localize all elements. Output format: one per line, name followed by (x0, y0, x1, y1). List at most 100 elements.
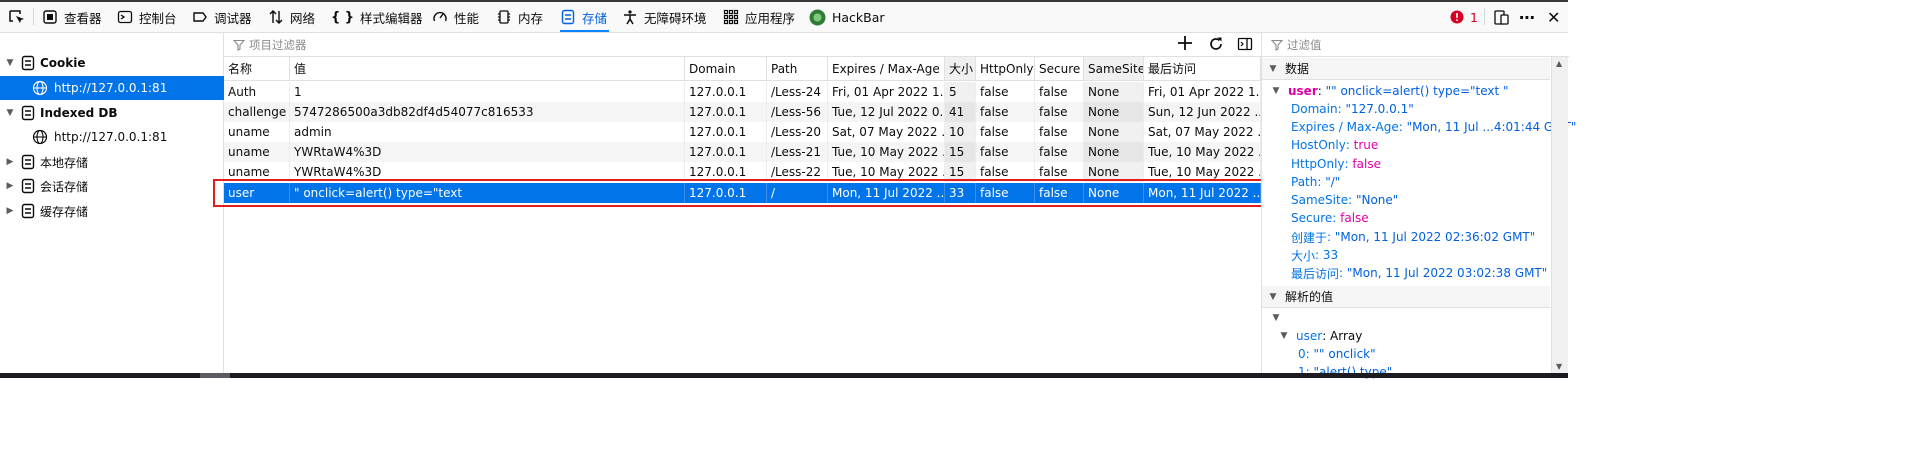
scroll-up-arrow[interactable]: ▲ (1556, 59, 1562, 68)
prop-row[interactable]: 最后访问: "Mon, 11 Jul 2022 03:02:38 GMT" (1291, 264, 1547, 282)
tree-item-indexeddb-host[interactable]: http://127.0.0.1:81 (0, 125, 224, 149)
element-picker-button[interactable] (8, 2, 26, 32)
column-header-httponly[interactable]: HttpOnly (976, 57, 1035, 80)
picker-icon (9, 10, 24, 23)
tab-accessibility[interactable]: 无障碍环境 (622, 2, 707, 32)
bottom-taskbar-strip (0, 373, 1568, 378)
table-filter-bar: 项目过滤器 (224, 33, 1261, 57)
cell-value: YWRtaW4%3D (290, 142, 685, 162)
prop-row[interactable]: 创建于: "Mon, 11 Jul 2022 02:36:02 GMT" (1291, 228, 1535, 246)
tab-debugger[interactable]: 调试器 (192, 2, 252, 32)
prop-row[interactable]: HttpOnly: false (1291, 155, 1381, 173)
column-header-name[interactable]: 名称 (224, 57, 290, 80)
parsed-item-row[interactable]: 0: "" onclick" (1298, 345, 1376, 363)
accessibility-icon (624, 10, 636, 25)
cell-domain: 127.0.0.1 (685, 142, 767, 162)
tab-performance[interactable]: 性能 (432, 2, 479, 32)
collapsed-arrow-icon[interactable]: ▶ (4, 206, 16, 216)
tree-item-cache-storage[interactable]: ▶ 缓存存储 (0, 199, 224, 223)
cell-expires: Mon, 11 Jul 2022 ... (828, 183, 945, 203)
error-count-button[interactable]: 1 (1450, 2, 1478, 32)
expand-arrow-icon: ▼ (1272, 313, 1280, 323)
table-row-selected[interactable]: user " onclick=alert() type="text 127.0.… (224, 183, 1261, 203)
scroll-down-arrow[interactable]: ▼ (1556, 362, 1562, 371)
expand-arrow-icon[interactable]: ▼ (4, 108, 16, 118)
expand-arrow-icon[interactable]: ▼ (4, 58, 16, 68)
tree-item-session-storage[interactable]: ▶ 会话存储 (0, 174, 224, 198)
tree-item-label: 缓存存储 (40, 204, 89, 219)
refresh-icon (1210, 37, 1222, 50)
sidebar-toggle-icon (1237, 37, 1253, 51)
array-type: Array (1330, 329, 1363, 343)
table-row[interactable]: Auth 1 127.0.0.1 /Less-24 Fri, 01 Apr 20… (224, 82, 1261, 102)
tree-item-indexeddb[interactable]: ▼ Indexed DB (0, 101, 224, 125)
add-item-button[interactable] (1177, 34, 1193, 54)
tab-inspector[interactable]: 查看器 (42, 2, 102, 32)
record-root[interactable]: ▼ user: "" onclick=alert() type="text " (1270, 82, 1509, 100)
column-header-expires[interactable]: Expires / Max-Age (828, 57, 945, 80)
tab-network[interactable]: 网络 (268, 2, 315, 32)
toggle-sidebar-button[interactable] (1237, 36, 1253, 55)
column-header-last-accessed[interactable]: 最后访问 (1144, 57, 1261, 80)
column-header-path[interactable]: Path (767, 57, 828, 80)
column-header-samesite[interactable]: SameSite (1084, 57, 1144, 80)
storage-icon (21, 203, 35, 219)
tree-item-local-storage[interactable]: ▶ 本地存储 (0, 150, 224, 174)
tab-console[interactable]: 控制台 (117, 2, 177, 32)
prop-row[interactable]: Domain: "127.0.0.1" (1291, 100, 1414, 118)
table-row[interactable]: uname admin 127.0.0.1 /Less-20 Sat, 07 M… (224, 122, 1261, 142)
cell-name: user (224, 183, 290, 203)
table-row[interactable]: uname YWRtaW4%3D 127.0.0.1 /Less-22 Tue,… (224, 162, 1261, 182)
storage-icon (561, 9, 575, 25)
column-header-value[interactable]: 值 (290, 57, 685, 80)
table-row[interactable]: challenge 5747286500a3db82df4d54077c8165… (224, 102, 1261, 122)
bottom-scroll-thumb[interactable] (200, 373, 230, 378)
tree-item-cookie-host[interactable]: http://127.0.0.1:81 (0, 76, 224, 100)
cell-samesite: None (1084, 82, 1144, 102)
item-filter-input[interactable]: 项目过滤器 (249, 37, 1149, 53)
parsed-root[interactable]: ▼ (1270, 309, 1282, 327)
prop-row[interactable]: Expires / Max-Age: "Mon, 11 Jul ...4:01:… (1291, 118, 1576, 136)
tab-hackbar[interactable]: HackBar (809, 2, 885, 32)
table-row[interactable]: uname YWRtaW4%3D 127.0.0.1 /Less-21 Tue,… (224, 142, 1261, 162)
collapsed-arrow-icon[interactable]: ▶ (4, 157, 16, 167)
prop-row[interactable]: SameSite: "None" (1291, 191, 1398, 209)
prop-row[interactable]: Secure: false (1291, 209, 1369, 227)
tab-memory[interactable]: 内存 (496, 2, 543, 32)
parsed-array-row[interactable]: ▼ user: Array (1278, 327, 1363, 345)
value-filter-input[interactable]: 过滤值 (1287, 37, 1322, 53)
column-header-domain[interactable]: Domain (685, 57, 767, 80)
inspector-icon (43, 10, 57, 24)
responsive-design-button[interactable] (1493, 2, 1510, 32)
prop-row[interactable]: 大小: 33 (1291, 246, 1338, 264)
prop-row[interactable]: Path: "/" (1291, 173, 1340, 191)
prop-row[interactable]: HostOnly: true (1291, 136, 1378, 154)
tree-item-cookie[interactable]: ▼ Cookie (0, 51, 224, 75)
cell-samesite: None (1084, 183, 1144, 203)
cell-domain: 127.0.0.1 (685, 183, 767, 203)
column-header-secure[interactable]: Secure (1035, 57, 1084, 80)
section-title: 数据 (1285, 62, 1310, 76)
prop-key: HttpOnly (1291, 157, 1345, 171)
item-value: "" onclick" (1313, 347, 1376, 361)
column-header-size[interactable]: 大小 (945, 57, 976, 80)
cell-domain: 127.0.0.1 (685, 122, 767, 142)
cookies-table: 名称 值 Domain Path Expires / Max-Age 大小 Ht… (224, 57, 1261, 373)
braces-icon: { } (331, 9, 355, 25)
cell-path: /Less-56 (767, 102, 828, 122)
sidebar-scrollbar[interactable]: ▲ ▼ (1551, 57, 1568, 373)
prop-key: Domain (1291, 102, 1338, 116)
toolbar-divider (33, 8, 34, 25)
tab-application[interactable]: 应用程序 (723, 2, 795, 32)
more-options-button[interactable]: ⋯ (1519, 2, 1535, 32)
tab-style-editor[interactable]: { } 样式编辑器 (331, 2, 423, 32)
collapsed-arrow-icon[interactable]: ▶ (4, 181, 16, 191)
data-section-header[interactable]: ▼ 数据 (1262, 58, 1550, 80)
refresh-button[interactable] (1208, 36, 1224, 55)
cell-name: uname (224, 142, 290, 162)
parsed-section-header[interactable]: ▼ 解析的值 (1262, 286, 1550, 308)
parsed-item-row[interactable]: 1: "alert() type" (1298, 363, 1392, 381)
tab-storage[interactable]: 存储 (560, 2, 610, 32)
close-devtools-button[interactable]: ✕ (1547, 2, 1560, 32)
prop-value: true (1353, 138, 1379, 152)
